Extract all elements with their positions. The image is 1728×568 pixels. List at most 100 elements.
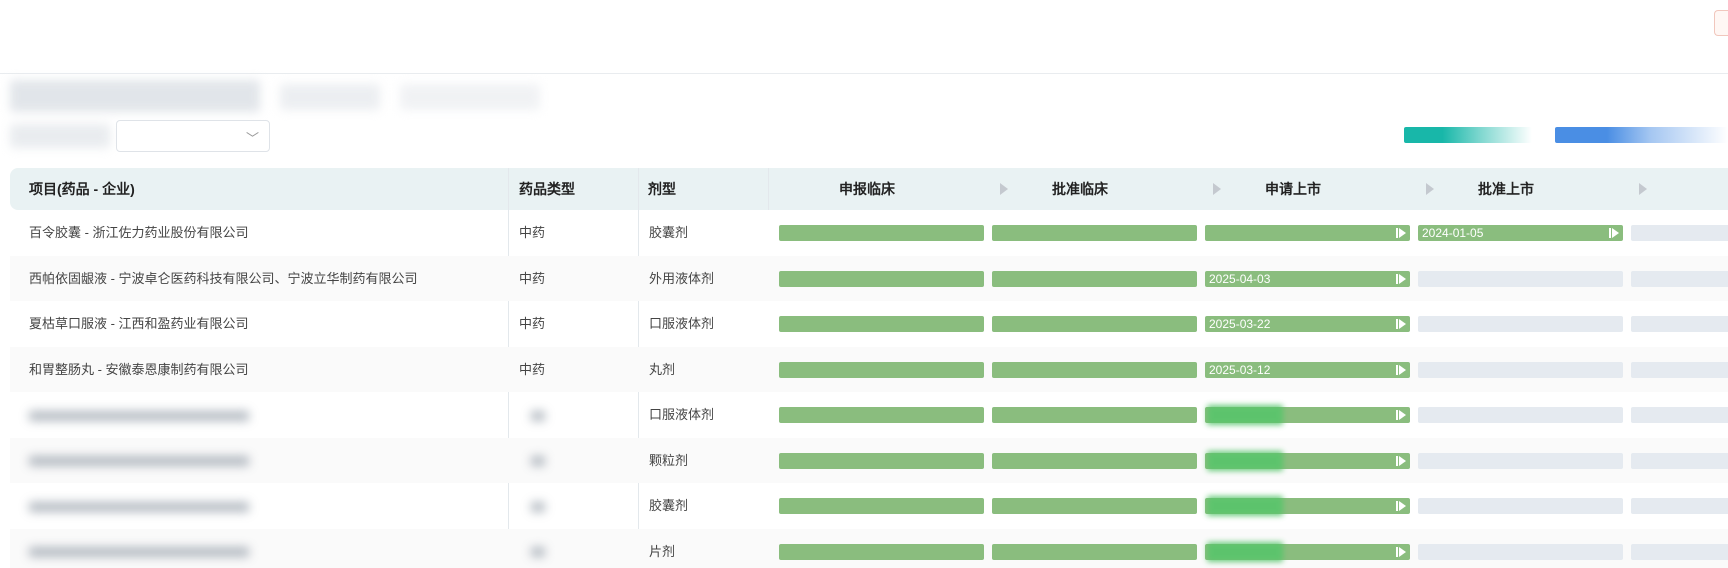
stage-bar-complete[interactable] [779,543,984,560]
legend-blue [1555,127,1728,143]
triangle-right-icon [1000,183,1008,195]
legend-teal [1404,127,1532,143]
table-row[interactable]: 片剂 [10,528,1728,568]
stage-date: 2025-04-03 [1209,271,1271,286]
stage-bar-pending[interactable] [1418,498,1623,514]
table-row[interactable]: 和胃整肠丸 - 安徽泰恩康制药有限公司 中药 丸剂 2025-03-12 [10,346,1728,392]
stage-bar-complete[interactable] [779,270,984,287]
stage-bar-complete[interactable] [992,498,1197,514]
stage-bar-current[interactable]: 2024-01-05 [1418,225,1623,241]
cell-dosage-form: 口服液体剂 [649,316,715,331]
stage-bar-current[interactable]: 2025-04-03 [1205,270,1410,287]
cell-drug-type [519,438,545,483]
table-row[interactable]: 胶囊剂 [10,483,1728,528]
cell-project: 夏枯草口服液 - 江西和盈药业有限公司 [29,316,249,331]
stage-header-1: 批准临床 [1052,181,1108,197]
cell-project: 西帕依固龈液 - 宁波卓仑医药科技有限公司、宁波立华制药有限公司 [29,270,418,286]
header-drug-type: 药品类型 [519,181,575,197]
header-project: 项目(药品 - 企业) [29,181,135,197]
cell-drug-type: 中药 [519,361,546,377]
stage-bar-complete[interactable] [992,452,1197,469]
cell-dosage-form: 胶囊剂 [649,498,689,513]
stage-bar-pending[interactable] [1631,225,1728,241]
play-end-icon [1396,228,1406,238]
stage-date: 2025-03-22 [1209,317,1271,331]
stage-header-3: 批准上市 [1478,181,1534,197]
cell-project [29,529,269,568]
redacted-date [1207,496,1283,516]
stage-header-2: 申请上市 [1265,181,1321,197]
cell-project [29,392,269,437]
stage-bar-complete[interactable] [779,361,984,378]
play-end-icon [1396,273,1406,284]
play-end-icon [1396,501,1406,511]
stage-bar-complete[interactable] [992,316,1197,332]
stage-bar-complete[interactable] [779,498,984,514]
cell-dosage-form: 片剂 [649,543,676,559]
cell-dosage-form: 颗粒剂 [649,452,689,468]
top-bar [0,0,1728,74]
cell-project: 和胃整肠丸 - 安徽泰恩康制药有限公司 [29,361,249,377]
triangle-right-icon [1213,183,1221,195]
table-row[interactable]: 夏枯草口服液 - 江西和盈药业有限公司 中药 口服液体剂 2025-03-22 [10,301,1728,346]
cell-dosage-form: 丸剂 [649,361,676,377]
cell-project [29,438,269,483]
chevron-down-icon: ﹀ [245,131,259,146]
stage-bar-complete[interactable] [779,316,984,332]
stage-bar-complete[interactable] [1205,225,1410,241]
stage-bar-complete[interactable] [992,407,1197,423]
stage-bar-complete[interactable] [779,452,984,469]
stage-bar-pending[interactable] [1418,316,1623,332]
stage-bar-complete[interactable] [992,225,1197,241]
stage-bar-complete[interactable] [779,407,984,423]
cell-project: 百令胶囊 - 浙江佐力药业股份有限公司 [29,225,249,240]
stage-date: 2025-03-12 [1209,362,1271,377]
play-end-icon [1396,546,1406,557]
column-separator [768,168,769,210]
table-row[interactable]: 西帕依固龈液 - 宁波卓仑医药科技有限公司、宁波立华制药有限公司 中药 外用液体剂 2… [10,255,1728,301]
table-row[interactable]: 口服液体剂 [10,392,1728,437]
table-row[interactable]: 颗粒剂 [10,437,1728,483]
stage-bar-pending[interactable] [1418,407,1623,423]
stage-bar-complete[interactable] [992,543,1197,560]
stage-bar-pending[interactable] [1631,270,1728,287]
triangle-right-icon [1426,183,1434,195]
cell-drug-type [519,392,545,437]
cell-project [29,483,269,528]
stage-bar-current[interactable]: 2025-03-22 [1205,316,1410,332]
stage-date: 2024-01-05 [1422,226,1484,240]
stage-bar-pending[interactable] [1418,452,1623,469]
cell-dosage-form: 胶囊剂 [649,225,689,240]
play-end-icon [1396,364,1406,375]
table-row[interactable]: 百令胶囊 - 浙江佐力药业股份有限公司 中药 胶囊剂 2024-01-05 [10,210,1728,255]
cell-drug-type [519,483,545,528]
stage-header-0: 申报临床 [839,181,895,197]
cell-drug-type [519,529,545,568]
play-end-icon [1396,410,1406,420]
stage-bar-complete[interactable] [779,225,984,241]
stage-bar-complete[interactable] [992,270,1197,287]
stage-bar-pending[interactable] [1631,543,1728,560]
stage-bar-pending[interactable] [1418,270,1623,287]
play-end-icon [1396,455,1406,466]
stage-bar-pending[interactable] [1631,498,1728,514]
cell-drug-type: 中药 [519,225,546,240]
filter-select[interactable]: ﹀ [116,120,270,152]
cell-drug-type: 中药 [519,270,546,286]
stage-bar-pending[interactable] [1418,361,1623,378]
stage-bar-pending[interactable] [1631,361,1728,378]
play-end-icon [1396,319,1406,329]
redacted-date [1207,405,1283,425]
stage-bar-pending[interactable] [1631,316,1728,332]
stage-bar-current[interactable]: 2025-03-12 [1205,361,1410,378]
cell-dosage-form: 外用液体剂 [649,270,715,286]
top-right-button[interactable] [1714,10,1728,36]
play-end-icon [1609,228,1619,238]
redacted-date [1207,541,1283,562]
stage-bar-pending[interactable] [1631,452,1728,469]
stage-bar-pending[interactable] [1418,543,1623,560]
stage-bar-pending[interactable] [1631,407,1728,423]
redacted-date [1207,450,1283,471]
triangle-right-icon [1639,183,1647,195]
stage-bar-complete[interactable] [992,361,1197,378]
